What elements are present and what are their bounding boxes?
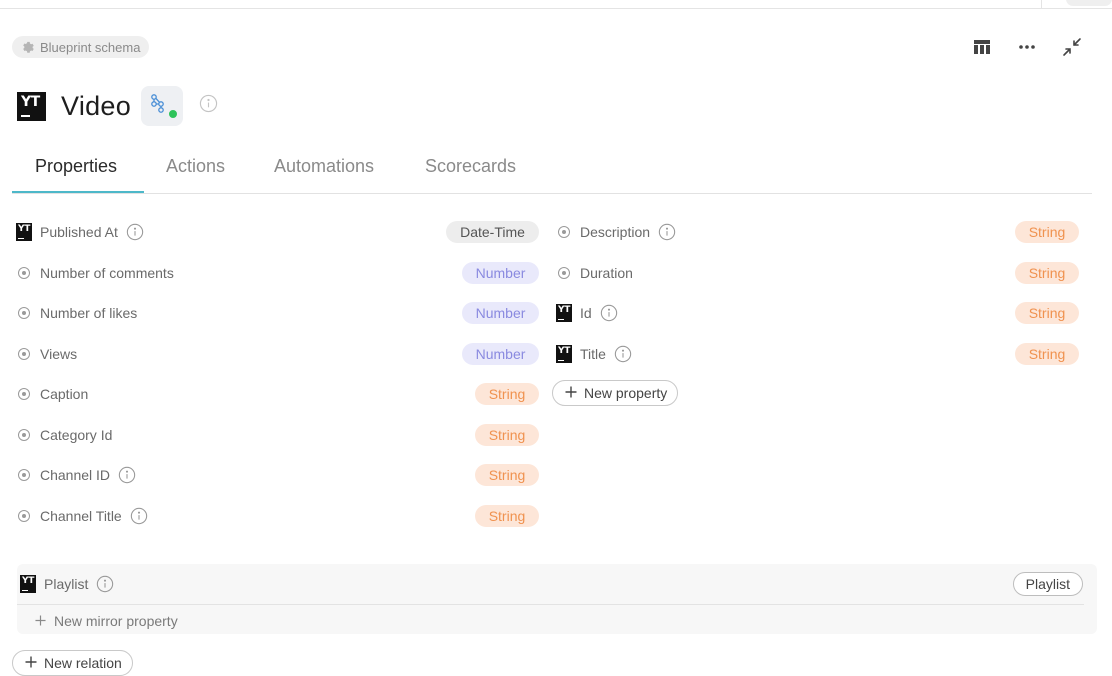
new-mirror-property-label: New mirror property xyxy=(54,613,178,629)
type-pill-string: String xyxy=(475,424,539,446)
integration-badge[interactable] xyxy=(141,86,184,126)
table-view-icon[interactable] xyxy=(971,36,993,58)
tab-label: Properties xyxy=(35,156,118,176)
info-icon[interactable] xyxy=(96,575,114,593)
info-icon[interactable] xyxy=(614,345,632,363)
property-row[interactable]: Channel ID xyxy=(16,463,136,487)
divider xyxy=(17,604,1084,605)
property-name: Category Id xyxy=(40,427,113,443)
tab-label: Actions xyxy=(166,156,226,176)
top-bar-divider xyxy=(1041,0,1042,8)
info-icon[interactable] xyxy=(118,466,136,484)
new-property-label: New property xyxy=(584,385,668,401)
property-name: Published At xyxy=(40,224,118,240)
info-icon[interactable] xyxy=(600,304,618,322)
top-bar-edge xyxy=(0,0,1112,9)
property-name: Number of comments xyxy=(40,265,174,281)
property-dot-icon xyxy=(18,267,30,279)
breadcrumb-blueprint-schema[interactable]: Blueprint schema xyxy=(12,36,150,58)
property-name: Description xyxy=(580,224,651,240)
more-options-icon[interactable] xyxy=(1016,36,1038,58)
relation-name: Playlist xyxy=(44,576,89,592)
youtube-logo-icon: YT xyxy=(20,575,36,593)
type-pill-string: String xyxy=(1015,262,1079,284)
breadcrumb-label: Blueprint schema xyxy=(40,39,141,55)
property-dot-icon xyxy=(558,226,570,238)
youtube-logo-icon: YT xyxy=(556,304,572,322)
relation-row[interactable]: YT Playlist xyxy=(20,572,114,596)
property-row[interactable]: Channel Title xyxy=(16,504,148,528)
property-dot-icon xyxy=(18,510,30,522)
blueprint-header: YT Video xyxy=(17,86,218,126)
property-row[interactable]: Category Id xyxy=(16,423,112,447)
property-name: Number of likes xyxy=(40,305,138,321)
property-dot-icon xyxy=(18,388,30,400)
type-pill-string: String xyxy=(475,383,539,405)
type-pill-string: String xyxy=(1015,221,1079,243)
property-row[interactable]: Views xyxy=(16,342,77,366)
plus-icon xyxy=(25,655,37,671)
new-relation-button[interactable]: New relation xyxy=(12,650,133,676)
youtube-logo-icon: YT xyxy=(16,223,32,241)
property-name: Channel ID xyxy=(40,467,111,483)
youtube-logo-icon: YT xyxy=(17,91,46,121)
type-pill-string: String xyxy=(475,464,539,486)
tab-bar: Properties Actions Automations Scorecard… xyxy=(12,148,1092,194)
property-dot-icon xyxy=(18,469,30,481)
relation-target-pill[interactable]: Playlist xyxy=(1012,572,1083,596)
type-pill-datetime: Date-Time xyxy=(446,221,539,243)
property-dot-icon xyxy=(18,429,30,441)
property-dot-icon xyxy=(18,307,30,319)
relation-card: YT Playlist Playlist New mirror property xyxy=(17,564,1097,634)
property-row[interactable]: Description xyxy=(556,220,676,244)
property-row[interactable]: YT Title xyxy=(556,342,632,366)
tab-properties[interactable]: Properties xyxy=(12,148,144,193)
collapse-icon[interactable] xyxy=(1061,36,1083,58)
tab-label: Automations xyxy=(274,156,375,176)
plus-icon xyxy=(35,613,46,629)
tab-scorecards[interactable]: Scorecards xyxy=(425,148,516,192)
type-pill-string: String xyxy=(1015,302,1079,324)
status-dot-icon xyxy=(168,109,179,119)
property-row[interactable]: Number of comments xyxy=(16,261,174,285)
gear-icon xyxy=(21,41,34,54)
property-name: Caption xyxy=(40,386,89,402)
property-name: Id xyxy=(580,305,592,321)
property-row[interactable]: YT Id xyxy=(556,301,618,325)
info-icon[interactable] xyxy=(130,507,148,525)
youtube-logo-icon: YT xyxy=(556,345,572,363)
property-name: Channel Title xyxy=(40,508,122,524)
property-dot-icon xyxy=(18,348,30,360)
new-property-button[interactable]: New property xyxy=(552,380,679,406)
property-name: Views xyxy=(40,346,78,362)
page-title: Video xyxy=(61,90,132,121)
property-row[interactable]: YT Published At xyxy=(16,220,144,244)
tab-actions[interactable]: Actions xyxy=(166,148,225,192)
property-row[interactable]: Number of likes xyxy=(16,301,137,325)
property-name: Title xyxy=(580,346,606,362)
property-row[interactable]: Duration xyxy=(556,261,633,285)
type-pill-number: Number xyxy=(462,262,539,284)
info-icon[interactable] xyxy=(126,223,144,241)
tab-label: Scorecards xyxy=(425,156,517,176)
type-pill-number: Number xyxy=(462,343,539,365)
plus-icon xyxy=(565,385,577,401)
new-mirror-property-button[interactable]: New mirror property xyxy=(35,611,178,631)
tab-automations[interactable]: Automations xyxy=(274,148,374,192)
top-bar-clipped-chip xyxy=(1066,0,1112,6)
info-icon[interactable] xyxy=(658,223,676,241)
property-name: Duration xyxy=(580,265,633,281)
type-pill-number: Number xyxy=(462,302,539,324)
type-pill-string: String xyxy=(475,505,539,527)
info-icon[interactable] xyxy=(199,94,218,118)
type-pill-string: String xyxy=(1015,343,1079,365)
new-relation-label: New relation xyxy=(44,655,122,671)
property-dot-icon xyxy=(558,267,570,279)
property-row[interactable]: Caption xyxy=(16,382,88,406)
